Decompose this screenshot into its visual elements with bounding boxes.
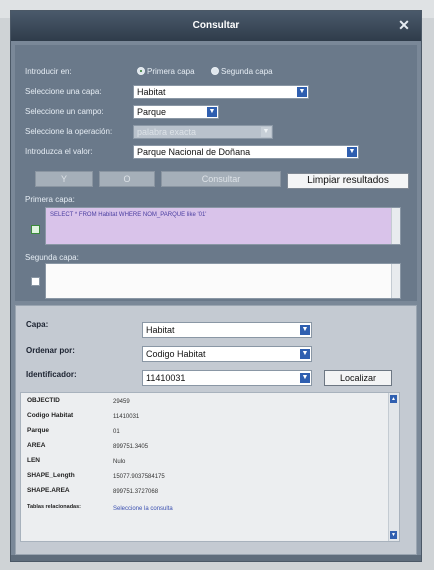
identificador-label: Identificador: xyxy=(26,370,77,379)
chevron-down-icon: ▼ xyxy=(297,87,307,97)
o-button[interactable]: O xyxy=(99,171,155,187)
primera-capa-label: Primera capa: xyxy=(25,195,75,204)
chevron-down-icon: ▼ xyxy=(300,373,310,383)
attr-value: Nulo xyxy=(113,459,126,465)
valor-label: Introduzca el valor: xyxy=(25,147,93,156)
chevron-down-icon: ▼ xyxy=(347,147,357,157)
window-title: Consultar xyxy=(192,20,240,31)
attr-name: SHAPE_Length xyxy=(27,472,75,479)
attributes-table: OBJECTID 29459 Codigo Habitat 11410031 P… xyxy=(20,392,400,542)
window-titlebar[interactable]: Consultar ✕ xyxy=(11,11,421,41)
table-row: Codigo Habitat 11410031 xyxy=(21,410,381,424)
attr-name: AREA xyxy=(27,442,46,449)
campo-select[interactable]: Parque ▼ xyxy=(133,105,219,119)
ordenar-label: Ordenar por: xyxy=(26,346,75,355)
table-row: Parque 01 xyxy=(21,425,381,439)
radio-segunda-capa[interactable] xyxy=(211,67,219,75)
attr-value: 899751.3405 xyxy=(113,444,149,450)
attr-name: OBJECTID xyxy=(27,397,60,404)
results-capa-value: Habitat xyxy=(146,325,175,335)
scroll-up-icon[interactable]: ▲ xyxy=(390,395,397,403)
chevron-down-icon: ▼ xyxy=(300,325,310,335)
capa-select[interactable]: Habitat ▼ xyxy=(133,85,309,99)
primera-capa-query-text: SELECT * FROM Habitat WHERE NOM_PARQUE l… xyxy=(50,212,207,218)
segunda-capa-label: Segunda capa: xyxy=(25,253,79,262)
attr-name: Tablas relacionadas: xyxy=(27,504,82,510)
valor-select[interactable]: Parque Nacional de Doñana ▼ xyxy=(133,145,359,159)
capa-select-value: Habitat xyxy=(137,87,166,97)
primera-capa-query[interactable]: SELECT * FROM Habitat WHERE NOM_PARQUE l… xyxy=(45,207,401,245)
window-footer xyxy=(11,555,421,561)
table-row: SHAPE.AREA 899751.3727068 xyxy=(21,485,381,499)
attr-value: 11410031 xyxy=(113,414,140,420)
localizar-button[interactable]: Localizar xyxy=(324,370,392,386)
operacion-select-value: palabra exacta xyxy=(137,127,197,137)
capa-label: Seleccione una capa: xyxy=(25,87,102,96)
query-scrollbar[interactable] xyxy=(391,208,400,244)
attr-name: Codigo Habitat xyxy=(27,412,74,419)
chevron-down-icon: ▼ xyxy=(300,349,310,359)
radio-primera-capa[interactable] xyxy=(137,67,145,75)
identificador-value: 11410031 xyxy=(146,373,186,383)
attributes-scrollbar[interactable]: ▲ ▼ xyxy=(388,393,399,541)
close-icon[interactable]: ✕ xyxy=(393,16,415,34)
segunda-capa-query[interactable] xyxy=(45,263,401,299)
introducir-en-label: Introducir en: xyxy=(25,67,72,76)
ordenar-select[interactable]: Codigo Habitat ▼ xyxy=(142,346,312,362)
table-row: SHAPE_Length 15077.9037584175 xyxy=(21,470,381,484)
table-row: OBJECTID 29459 xyxy=(21,395,381,409)
results-capa-select[interactable]: Habitat ▼ xyxy=(142,322,312,338)
operacion-select[interactable]: palabra exacta ▼ xyxy=(133,125,273,139)
attr-value: 15077.9037584175 xyxy=(113,474,165,480)
attr-value: 29459 xyxy=(113,399,130,405)
attr-value: 899751.3727068 xyxy=(113,489,159,495)
radio-segunda-capa-label: Segunda capa xyxy=(221,67,273,76)
identificador-select[interactable]: 11410031 ▼ xyxy=(142,370,312,386)
campo-select-value: Parque xyxy=(137,107,167,117)
ordenar-value: Codigo Habitat xyxy=(146,349,206,359)
chevron-down-icon: ▼ xyxy=(261,127,271,137)
valor-select-value: Parque Nacional de Doñana xyxy=(137,147,251,157)
limpiar-resultados-button[interactable]: Limpiar resultados xyxy=(287,173,409,189)
results-capa-label: Capa: xyxy=(26,320,49,329)
campo-label: Seleccione un campo: xyxy=(25,107,104,116)
primera-capa-checkbox[interactable] xyxy=(31,225,40,234)
attr-name: SHAPE.AREA xyxy=(27,487,70,494)
segunda-capa-checkbox[interactable] xyxy=(31,277,40,286)
table-row: AREA 899751.3405 xyxy=(21,440,381,454)
query-scrollbar[interactable] xyxy=(391,264,400,298)
attr-value: 01 xyxy=(113,429,120,435)
related-tables-link[interactable]: Seleccione la consulta xyxy=(113,506,173,512)
results-panel: Capa: Habitat ▼ Ordenar por: Codigo Habi… xyxy=(15,305,417,555)
chevron-down-icon: ▼ xyxy=(207,107,217,117)
operacion-label: Seleccione la operación: xyxy=(25,127,113,136)
attr-name: Parque xyxy=(27,427,50,434)
y-button[interactable]: Y xyxy=(35,171,93,187)
consultar-window: Consultar ✕ Introducir en: Primera capa … xyxy=(10,10,422,562)
radio-primera-capa-label: Primera capa xyxy=(147,67,195,76)
attr-name: LEN xyxy=(27,457,40,464)
query-panel: Introducir en: Primera capa Segunda capa… xyxy=(15,45,417,301)
consultar-button[interactable]: Consultar xyxy=(161,171,281,187)
table-row: Tablas relacionadas: Seleccione la consu… xyxy=(21,502,381,516)
table-row: LEN Nulo xyxy=(21,455,381,469)
scroll-down-icon[interactable]: ▼ xyxy=(390,531,397,539)
